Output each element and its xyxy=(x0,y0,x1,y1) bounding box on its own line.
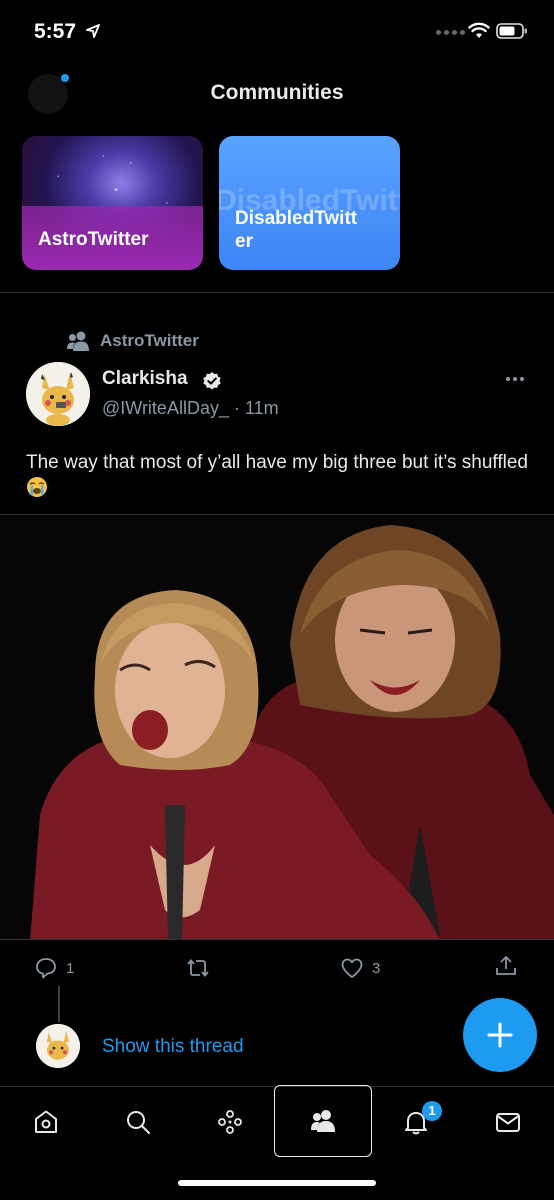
photo-illustration xyxy=(0,515,554,939)
community-card-astrotwitter[interactable]: AstroTwitter xyxy=(22,136,203,270)
community-context[interactable]: AstroTwitter xyxy=(66,330,199,352)
reply-button[interactable]: 1 xyxy=(34,956,74,980)
tab-spaces[interactable] xyxy=(184,1087,276,1157)
more-options-icon[interactable] xyxy=(504,374,526,384)
wifi-icon xyxy=(468,22,490,38)
cellular-signal-icon xyxy=(436,30,465,35)
retweet-button[interactable] xyxy=(186,956,218,980)
tab-search[interactable] xyxy=(92,1087,184,1157)
author-name[interactable]: Clarkisha xyxy=(102,368,188,390)
community-card-disabledtwitter[interactable]: DisabledTwitter DisabledTwitt er xyxy=(219,136,400,270)
author-avatar[interactable] xyxy=(26,362,90,426)
like-count: 3 xyxy=(372,959,381,977)
reply-icon xyxy=(36,958,56,979)
show-thread-link[interactable]: Show this thread xyxy=(102,1036,244,1058)
home-icon xyxy=(35,1110,57,1133)
tab-messages[interactable] xyxy=(462,1087,554,1157)
home-indicator[interactable] xyxy=(178,1180,376,1186)
location-arrow-icon xyxy=(86,24,100,38)
share-icon xyxy=(496,955,516,975)
search-icon xyxy=(127,1111,150,1134)
retweet-icon xyxy=(187,959,209,977)
verified-badge-icon xyxy=(203,372,221,390)
share-button[interactable] xyxy=(494,954,518,978)
like-button[interactable]: 3 xyxy=(340,956,380,980)
communities-icon xyxy=(311,1110,335,1132)
author-handle-time: @IWriteAllDay_ · 11m xyxy=(102,398,279,418)
loudly-crying-face-icon xyxy=(27,476,47,497)
status-bar: 5:57 xyxy=(0,0,554,66)
community-icon xyxy=(67,331,89,351)
spaces-icon xyxy=(218,1110,242,1134)
community-card-label: AstroTwitter xyxy=(38,229,149,251)
tweet-media-image[interactable] xyxy=(0,514,554,940)
compose-tweet-button[interactable] xyxy=(463,998,537,1072)
divider xyxy=(0,292,554,293)
tweet-text: The way that most of y’all have my big t… xyxy=(26,450,536,501)
plus-icon xyxy=(487,1022,513,1048)
tab-notifications[interactable]: 1 xyxy=(370,1087,462,1157)
tab-communities[interactable] xyxy=(274,1085,372,1157)
reply-count: 1 xyxy=(66,959,75,977)
thread-connector-line xyxy=(58,986,60,1022)
pikachu-avatar-image xyxy=(36,1024,80,1068)
heart-icon xyxy=(341,958,363,978)
battery-icon xyxy=(496,23,527,39)
tweet-actions: 1 3 xyxy=(0,950,554,986)
community-context-label: AstroTwitter xyxy=(100,331,199,350)
header: Communities xyxy=(0,66,554,126)
envelope-icon xyxy=(496,1113,520,1132)
page-title: Communities xyxy=(210,81,344,104)
community-cards: AstroTwitter DisabledTwitter DisabledTwi… xyxy=(22,136,400,270)
tab-home[interactable] xyxy=(0,1087,92,1157)
pikachu-avatar-image xyxy=(26,362,90,426)
status-time: 5:57 xyxy=(34,20,77,43)
thread-author-avatar[interactable] xyxy=(36,1024,80,1068)
tweet-text-content: The way that most of y’all have my big t… xyxy=(26,452,528,473)
community-card-label: DisabledTwitt er xyxy=(235,207,358,253)
notifications-badge: 1 xyxy=(422,1101,442,1121)
